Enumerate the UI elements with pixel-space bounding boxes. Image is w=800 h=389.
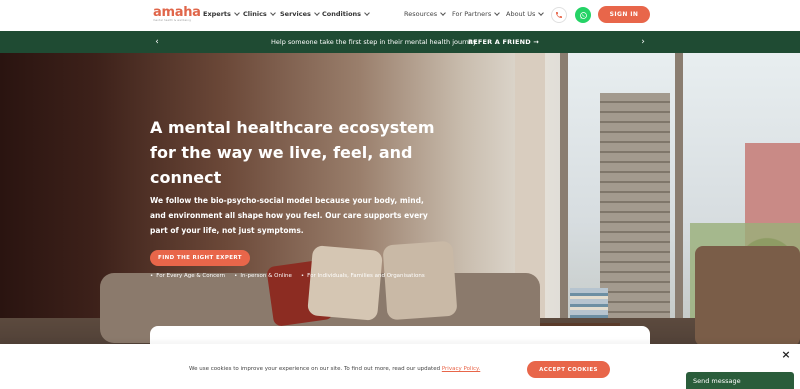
logo[interactable]: amaha mental health & wellbeing <box>153 6 201 23</box>
whatsapp-icon[interactable] <box>575 7 591 23</box>
cushion <box>382 240 458 321</box>
chevron-down-icon <box>538 10 545 16</box>
accept-cookies-button[interactable]: ACCEPT COOKIES <box>527 361 610 378</box>
cookie-text: We use cookies to improve your experienc… <box>189 366 480 372</box>
logo-text: amaha <box>153 5 201 20</box>
privacy-policy-link[interactable]: Privacy Policy. <box>442 366 480 372</box>
refer-a-friend-link[interactable]: REFER A FRIEND → <box>468 38 539 46</box>
chevron-down-icon <box>440 10 447 16</box>
nav-label: Experts <box>203 10 231 18</box>
nav-label: For Partners <box>452 10 492 18</box>
window-frame <box>560 53 568 353</box>
chevron-down-icon <box>234 10 240 16</box>
arrow-right-icon: → <box>533 38 539 46</box>
background-building <box>600 93 670 323</box>
nav-label: Services <box>280 10 311 18</box>
cookie-message: We use cookies to improve your experienc… <box>189 366 442 372</box>
feature-item: For Individuals, Families and Organisati… <box>301 273 425 279</box>
send-message-widget[interactable]: Send message <box>686 372 794 389</box>
nav-about-us[interactable]: About Us <box>506 10 545 18</box>
chevron-left-icon[interactable]: ‹ <box>151 36 163 48</box>
nav-clinics[interactable]: Clinics <box>243 10 276 18</box>
nav-label: Resources <box>404 10 438 18</box>
nav-for-partners[interactable]: For Partners <box>452 10 501 18</box>
banner-text: Help someone take the first step in thei… <box>271 38 478 46</box>
chevron-down-icon <box>494 10 501 16</box>
hero-section: A mental healthcare ecosystem for the wa… <box>0 53 800 389</box>
nav-conditions[interactable]: Conditions <box>322 10 370 18</box>
close-icon[interactable]: × <box>780 349 792 361</box>
chevron-down-icon <box>364 10 370 16</box>
hero-features: For Every Age & Concern In-person & Onli… <box>150 273 425 279</box>
referral-banner: ‹ Help someone take the first step in th… <box>0 31 800 53</box>
nav-label: About Us <box>506 10 536 18</box>
window-frame <box>675 53 683 353</box>
chevron-right-icon[interactable]: › <box>637 36 649 48</box>
cookie-banner: We use cookies to improve your experienc… <box>0 344 800 389</box>
armchair <box>695 246 800 346</box>
cushion <box>307 245 383 321</box>
sign-in-button[interactable]: SIGN IN <box>598 6 650 23</box>
find-expert-button[interactable]: FIND THE RIGHT EXPERT <box>150 250 250 266</box>
nav-resources[interactable]: Resources <box>404 10 447 18</box>
nav-services[interactable]: Services <box>280 10 320 18</box>
nav-label: Conditions <box>322 10 362 18</box>
books-stack <box>570 288 608 318</box>
feature-item: In-person & Online <box>234 273 291 279</box>
phone-icon[interactable] <box>551 7 567 23</box>
feature-item: For Every Age & Concern <box>150 273 225 279</box>
hero-title: A mental healthcare ecosystem for the wa… <box>150 118 435 187</box>
chevron-down-icon <box>314 10 320 16</box>
logo-tagline: mental health & wellbeing <box>153 19 191 22</box>
refer-label: REFER A FRIEND <box>468 38 531 46</box>
top-nav: amaha mental health & wellbeing Experts … <box>0 0 800 30</box>
nav-experts[interactable]: Experts <box>203 10 240 18</box>
chevron-down-icon <box>269 10 276 16</box>
nav-label: Clinics <box>243 10 267 18</box>
hero-subtitle: We follow the bio-psycho-social model be… <box>150 196 428 235</box>
